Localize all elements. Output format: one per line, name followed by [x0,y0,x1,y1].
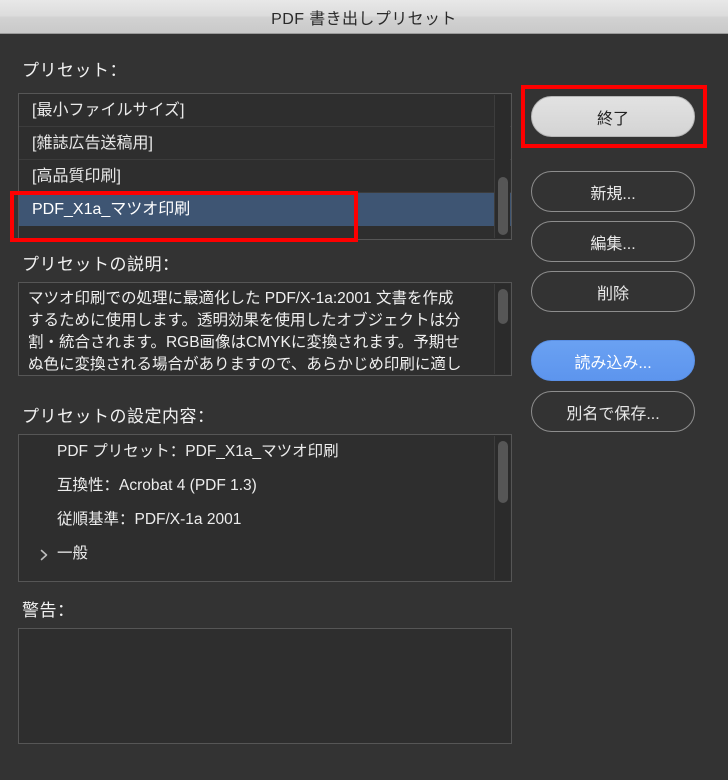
settings-row-text: 一般 [57,545,89,562]
new-preset-button[interactable]: 新規... [531,171,695,212]
preset-list-scrollbar[interactable] [494,95,510,238]
settings-row-text: PDF プリセット：PDF_X1a_マツオ印刷 [57,443,339,460]
settings-row-text: 互換性：Acrobat 4 (PDF 1.3) [57,477,257,494]
description-label: プリセットの説明： [22,255,180,274]
scrollbar-thumb[interactable] [498,441,508,503]
preset-list[interactable]: [最小ファイルサイズ] [雑誌広告送稿用] [高品質印刷] PDF_X1a_マツ… [18,93,512,240]
pdf-export-preset-dialog: PDF 書き出しプリセット プリセット： [最小ファイルサイズ] [雑誌広告送稿… [0,0,728,780]
warning-text [19,629,511,641]
chevron-right-icon[interactable] [39,549,49,561]
settings-row-text: 従順基準：PDF/X-1a 2001 [57,511,242,528]
window-titlebar: PDF 書き出しプリセット [0,0,728,34]
settings-row: 互換性：Acrobat 4 (PDF 1.3) [19,469,511,503]
window-title: PDF 書き出しプリセット [271,10,457,28]
description-line: 割・統合されます。RGB画像はCMYKに変換されます。予期せ [28,334,460,351]
settings-row: 従順基準：PDF/X-1a 2001 [19,503,511,537]
list-item[interactable]: [雑誌広告送稿用] [19,127,511,160]
description-line: マツオ印刷での処理に最適化した PDF/X-1a:2001 文書を作成 [28,290,454,307]
settings-row: PDF プリセット：PDF_X1a_マツオ印刷 [19,435,511,469]
description-line: ぬ色に変換される場合がありますので、あらかじめ印刷に適し [28,356,462,373]
preset-list-label: プリセット： [22,61,127,80]
description-line: するために使用します。透明効果を使用したオブジェクトは分 [28,312,461,329]
settings-row-expandable[interactable]: 一般 [19,537,511,571]
scrollbar-thumb[interactable] [498,177,508,235]
save-as-button[interactable]: 別名で保存... [531,391,695,432]
description-box[interactable]: マツオ印刷での処理に最適化した PDF/X-1a:2001 文書を作成 するため… [18,282,512,376]
list-item-selected[interactable]: PDF_X1a_マツオ印刷 [19,193,511,226]
settings-scrollbar[interactable] [494,436,510,580]
edit-preset-button[interactable]: 編集... [531,221,695,262]
quit-button[interactable]: 終了 [531,96,695,137]
delete-preset-button[interactable]: 削除 [531,271,695,312]
list-item[interactable]: [高品質印刷] [19,160,511,193]
scrollbar-thumb[interactable] [498,289,508,324]
settings-content-box[interactable]: PDF プリセット：PDF_X1a_マツオ印刷 互換性：Acrobat 4 (P… [18,434,512,582]
description-scrollbar[interactable] [494,284,510,374]
list-item[interactable]: [最小ファイルサイズ] [19,94,511,127]
description-text: マツオ印刷での処理に最適化した PDF/X-1a:2001 文書を作成 するため… [19,283,511,375]
warning-label: 警告： [22,601,75,620]
warning-box [18,628,512,744]
settings-label: プリセットの設定内容： [22,407,215,426]
import-preset-button[interactable]: 読み込み... [531,340,695,381]
